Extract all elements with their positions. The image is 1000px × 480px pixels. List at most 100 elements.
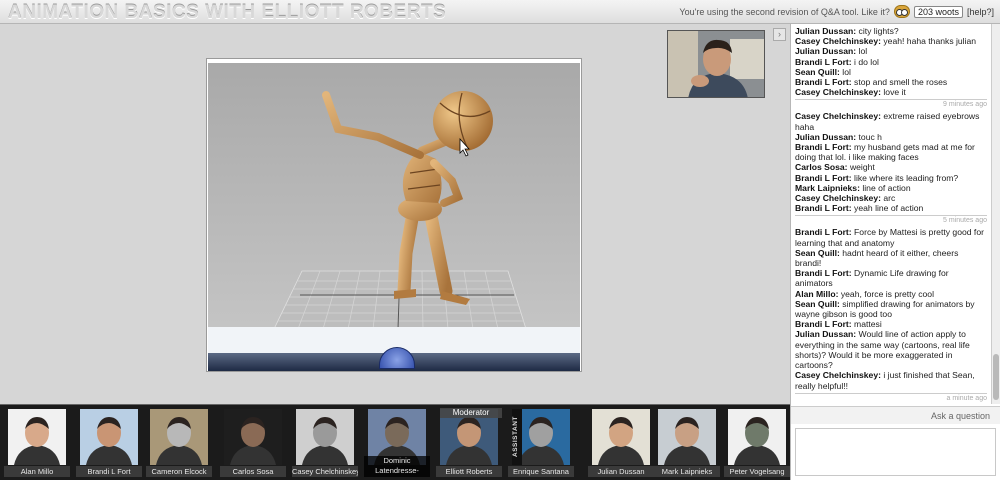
chat-text: like where its leading from? (854, 172, 959, 183)
chat-message: Julian Dussan: touc h (795, 132, 987, 142)
participant-name: Elliott Roberts (436, 466, 502, 477)
chat-username[interactable]: Mark Laipnieks: (795, 183, 860, 193)
woot-owl-icon[interactable] (893, 5, 910, 18)
chat-scroll-thumb[interactable] (993, 354, 999, 400)
chat-username[interactable]: Alan Millo: (795, 289, 838, 299)
chat-text: line of action (862, 182, 911, 193)
chat-username[interactable]: Julian Dussan: (795, 26, 856, 36)
participant-avatar (592, 409, 650, 465)
participant-tile[interactable]: Cameron Elcock (146, 409, 212, 477)
chat-message: Julian Dussan: Would line of action appl… (795, 329, 987, 370)
participant-tile[interactable]: Peter Vogelsang (724, 409, 790, 477)
chat-username[interactable]: Casey Chelchinskey: (795, 36, 881, 46)
chat-username[interactable]: Casey Chelchinskey: (795, 87, 881, 97)
chat-scrollbar[interactable] (991, 24, 1000, 404)
chat-username[interactable]: Casey Chelchinskey: (795, 370, 881, 380)
chat-username[interactable]: Casey Chelchinskey: (795, 193, 881, 203)
moderator-label: Moderator (440, 408, 502, 418)
participant-name: Alan Millo (4, 466, 70, 477)
video-player[interactable] (206, 58, 582, 372)
chat-text: lol (858, 46, 868, 57)
chat-message: Brandi L Fort: stop and smell the roses (795, 77, 987, 87)
participant-avatar (224, 409, 282, 465)
ask-question-label: Ask a question (791, 406, 1000, 424)
participant-tile[interactable]: Dominic Latendresse-Laroque (364, 409, 430, 477)
participant-tile[interactable]: Julian Dussan (588, 409, 654, 477)
chat-message: Casey Chelchinskey: love it (795, 87, 987, 97)
participant-tile[interactable]: Casey Chelchinskey (292, 409, 358, 477)
participant-name: Peter Vogelsang (724, 466, 790, 477)
participant-avatar: ASSISTANT (512, 409, 570, 465)
participant-name: Cameron Elcock (146, 466, 212, 477)
help-link[interactable]: [help?] (967, 7, 994, 17)
chat-message: Sean Quill: lol (795, 67, 987, 77)
participant-avatar (728, 409, 786, 465)
chat-message: Brandi L Fort: yeah line of action (795, 203, 987, 213)
chat-username[interactable]: Julian Dussan: (795, 132, 856, 142)
chat-username[interactable]: Casey Chelchinskey: (795, 111, 881, 121)
chat-username[interactable]: Brandi L Fort: (795, 77, 852, 87)
woot-count[interactable]: 203 woots (913, 5, 963, 18)
participant-tile[interactable]: ASSISTANT Enrique Santana (508, 409, 574, 477)
chat-username[interactable]: Brandi L Fort: (795, 268, 852, 278)
chat-username[interactable]: Carlos Sosa: (795, 162, 848, 172)
collapse-chevron-icon[interactable]: › (773, 28, 786, 41)
chat-username[interactable]: Sean Quill: (795, 248, 840, 258)
chat-username[interactable]: Brandi L Fort: (795, 57, 852, 67)
chat-panel: Julian Dussan: city lights? Casey Chelchi… (790, 24, 1000, 480)
chat-text: arc (883, 193, 896, 204)
presenter-webcam-image (668, 31, 764, 97)
chat-message: Alan Millo: yeah, force is pretty cool (795, 289, 987, 299)
participant-name: Casey Chelchinskey (292, 466, 358, 477)
animation-figure-illustration (274, 91, 526, 327)
chat-username[interactable]: Julian Dussan: (795, 46, 856, 56)
participant-tile[interactable]: Alan Millo (4, 409, 70, 477)
participant-avatar (80, 409, 138, 465)
participant-tile[interactable]: Elliott Roberts (436, 409, 502, 477)
chat-text: mattesi (854, 319, 882, 330)
chat-message-list[interactable]: Julian Dussan: city lights? Casey Chelchi… (791, 24, 991, 404)
participant-name: Enrique Santana (508, 466, 574, 477)
chat-message: Casey Chelchinskey: arc (795, 193, 987, 203)
chat-message: Casey Chelchinskey: i just finished that… (795, 370, 987, 390)
chat-username[interactable]: Brandi L Fort: (795, 227, 852, 237)
chat-timestamp: 5 minutes ago (795, 215, 987, 225)
chat-message: Carlos Sosa: weight (795, 162, 987, 172)
ask-question-input[interactable] (795, 428, 996, 476)
participant-name: Dominic Latendresse-Laroque (364, 456, 430, 477)
chat-username[interactable]: Brandi L Fort: (795, 142, 852, 152)
presenter-webcam (667, 30, 765, 98)
participant-avatar (8, 409, 66, 465)
chat-message: Sean Quill: simplified drawing for anima… (795, 299, 987, 319)
participant-tile[interactable]: Carlos Sosa (220, 409, 286, 477)
chat-message: Julian Dussan: lol (795, 46, 987, 56)
participant-tile[interactable]: Mark Laipnieks (654, 409, 720, 477)
header-bar: ANIMATION BASICS WITH ELLIOTT ROBERTS Yo… (0, 0, 1000, 24)
chat-username[interactable]: Brandi L Fort: (795, 203, 852, 213)
participant-name: Carlos Sosa (220, 466, 286, 477)
revision-text: You're using the second revision of Q&A … (679, 6, 890, 17)
chat-message: Brandi L Fort: Dynamic Life drawing for … (795, 268, 987, 288)
chat-text: weight (849, 162, 875, 173)
chat-message: Casey Chelchinskey: yeah! haha thanks ju… (795, 36, 987, 46)
participant-name: Mark Laipnieks (654, 466, 720, 477)
chat-username[interactable]: Brandi L Fort: (795, 319, 852, 329)
chat-timestamp: 9 minutes ago (795, 99, 987, 109)
chat-text: yeah, force is pretty cool (840, 288, 934, 299)
chat-username[interactable]: Sean Quill: (795, 299, 840, 309)
chat-timestamp: a minute ago (795, 392, 987, 403)
chat-username[interactable]: Brandi L Fort: (795, 173, 852, 183)
participant-tile[interactable]: Brandi L Fort (76, 409, 142, 477)
chat-message: Brandi L Fort: Force by Mattesi is prett… (795, 227, 987, 247)
chat-username[interactable]: Julian Dussan: (795, 329, 856, 339)
chat-message: Brandi L Fort: like where its leading fr… (795, 173, 987, 183)
chat-message: Sean Quill: hadnt heard of it either, ch… (795, 248, 987, 268)
participant-avatar (150, 409, 208, 465)
participants-strip: Moderator Alan Millo Brandi L Fort Cameron… (0, 404, 790, 480)
participant-avatar (658, 409, 716, 465)
chat-message: Julian Dussan: city lights? (795, 26, 987, 36)
participant-avatar (296, 409, 354, 465)
animation-viewport (208, 63, 580, 327)
chat-message: Brandi L Fort: mattesi (795, 319, 987, 329)
chat-username[interactable]: Sean Quill: (795, 67, 840, 77)
